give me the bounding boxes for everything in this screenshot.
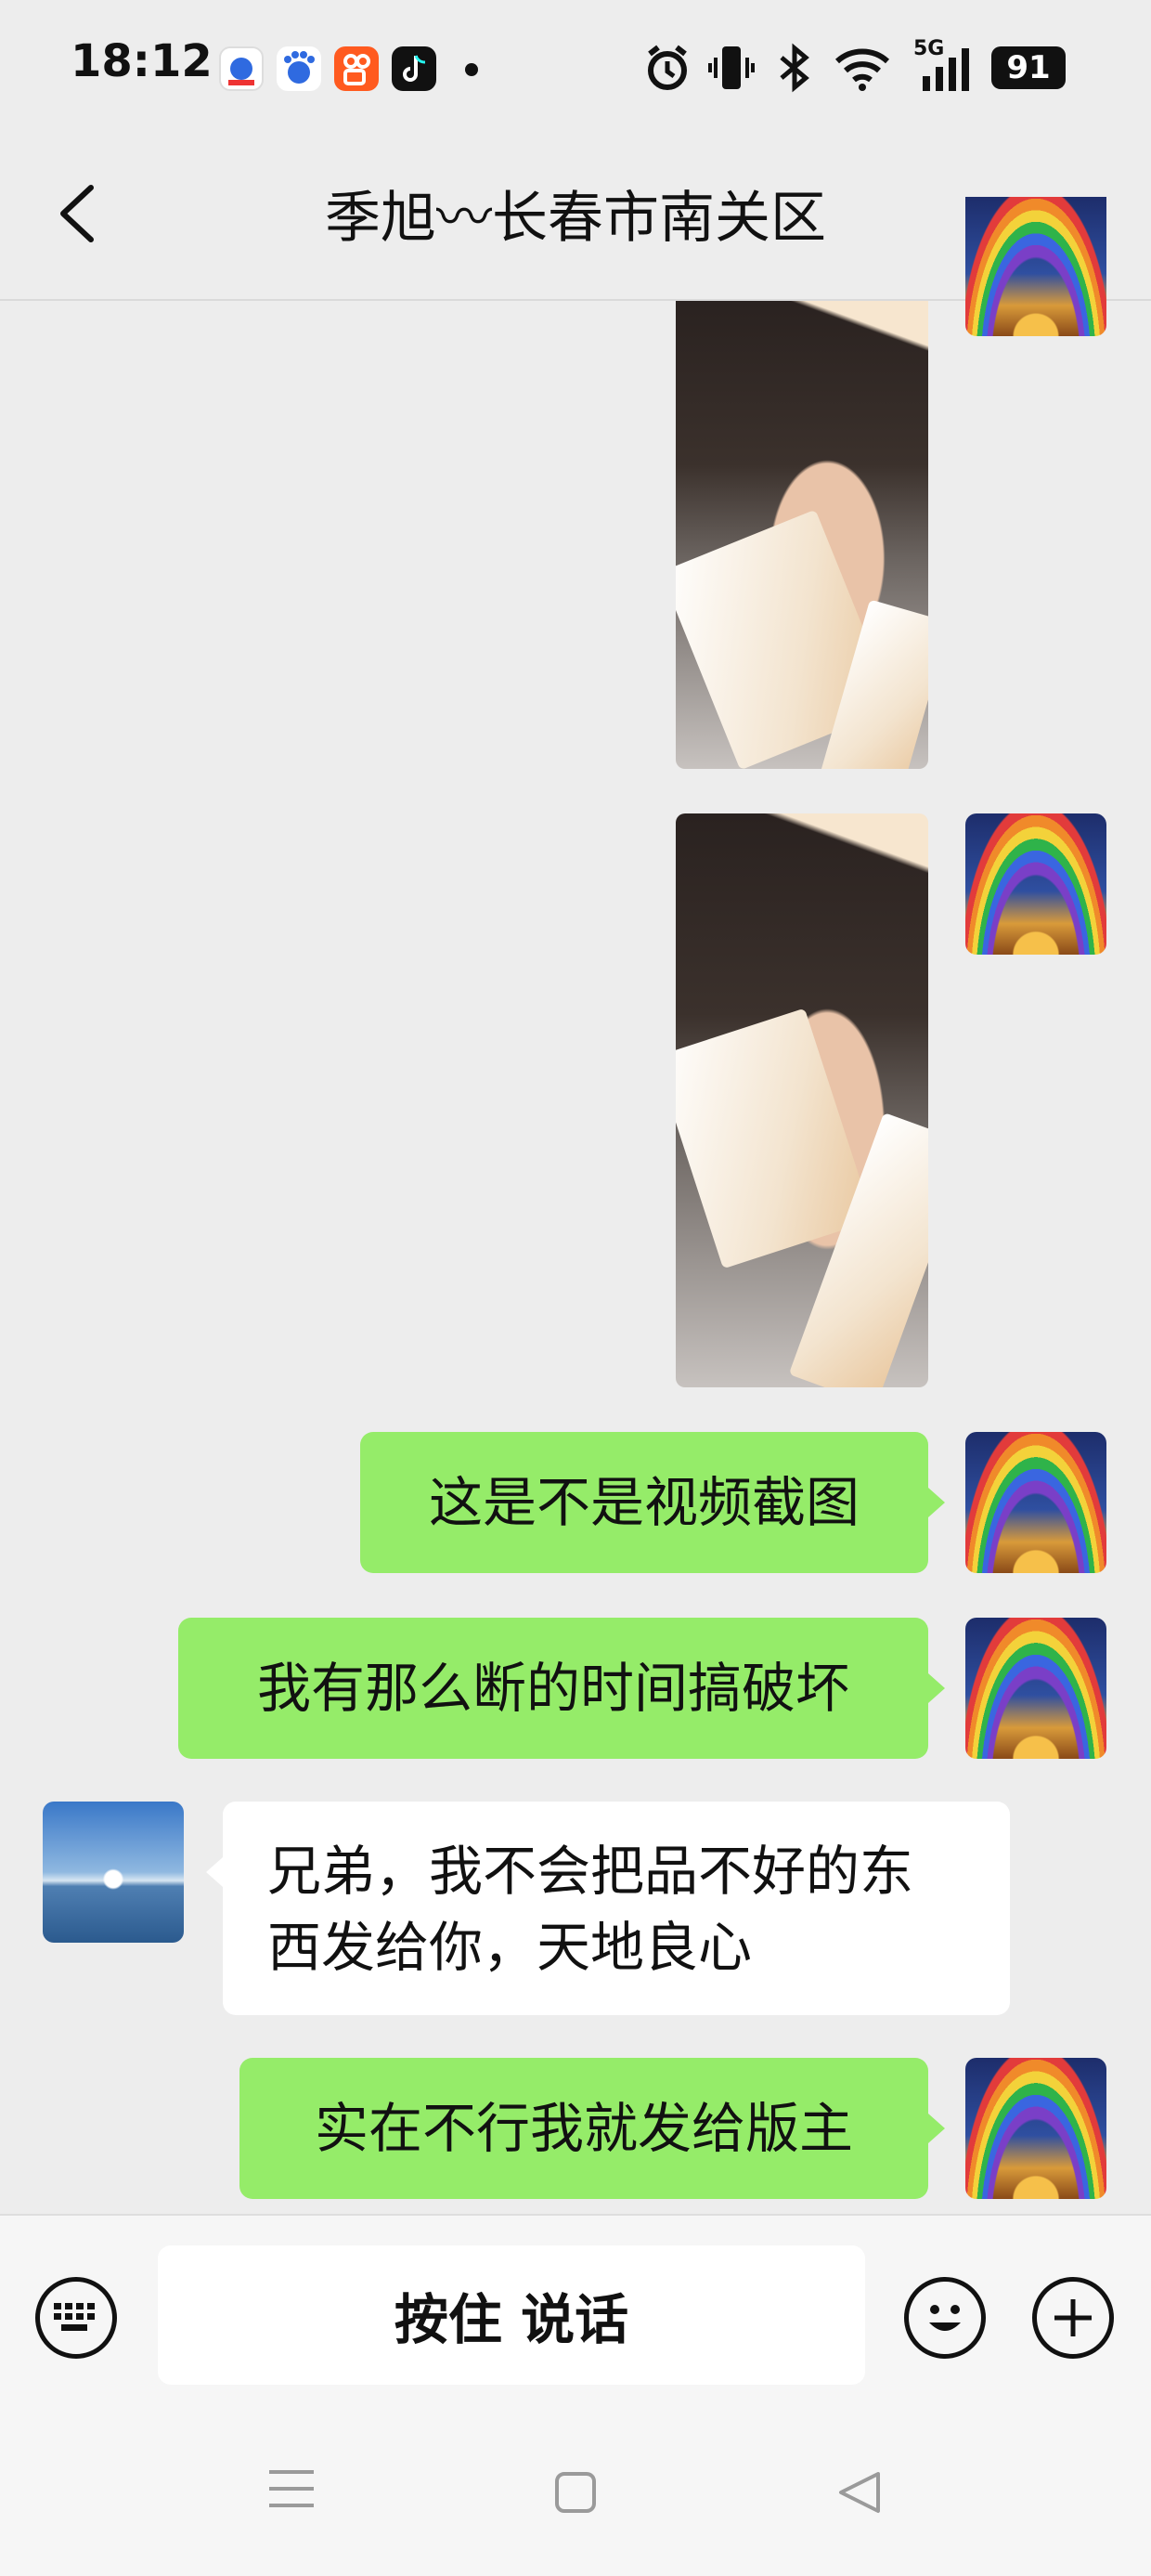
message-bubble[interactable]: 这是不是视频截图 (360, 1432, 928, 1573)
home-nav-button[interactable] (553, 2470, 598, 2518)
chat-image[interactable] (676, 813, 928, 1387)
bubble-tail (928, 1488, 945, 1517)
my-avatar[interactable] (965, 197, 1106, 336)
bubble-tail (206, 1857, 223, 1887)
notification-dot (465, 63, 478, 76)
douyin-icon (392, 46, 436, 91)
status-time: 18:12 (71, 35, 213, 87)
message-text: 我有那么断的时间搞破坏 (256, 1657, 849, 1720)
message-bubble[interactable]: 我有那么断的时间搞破坏 (178, 1618, 928, 1759)
bluetooth-icon (774, 43, 815, 97)
menu-nav-button[interactable] (267, 2468, 316, 2513)
hold-to-talk-button[interactable]: 按住 说话 (158, 2245, 865, 2385)
message-bubble[interactable]: 兄弟，我不会把品不好的东 西发给你，天地良心 (223, 1802, 1010, 2015)
emoji-button[interactable] (904, 2277, 986, 2359)
signal-icon (919, 46, 971, 97)
my-avatar[interactable] (965, 1618, 1106, 1759)
chat-title: 季旭〰长春市南关区 (325, 186, 826, 251)
chevron-left-icon (60, 185, 94, 242)
back-nav-button[interactable] (835, 2468, 884, 2520)
emoji-icon (929, 2305, 961, 2331)
plus-icon (1054, 2299, 1092, 2336)
wifi-icon (834, 43, 891, 97)
back-button[interactable] (46, 176, 111, 251)
message-bubble[interactable]: 实在不行我就发给版主 (239, 2058, 928, 2199)
battery-indicator: 91 (991, 46, 1066, 89)
message-text-line: 西发给你，天地良心 (267, 1916, 753, 1979)
back-triangle-icon (839, 2472, 880, 2513)
home-icon (555, 2472, 596, 2513)
keyboard-icon (54, 2303, 95, 2331)
keyboard-button[interactable] (35, 2277, 117, 2359)
message-text-line: 兄弟，我不会把品不好的东 (267, 1840, 914, 1903)
my-avatar[interactable] (965, 1432, 1106, 1573)
vibrate-icon (707, 43, 756, 97)
kuaishou-icon (334, 46, 379, 91)
alarm-icon (644, 43, 691, 97)
my-avatar[interactable] (965, 813, 1106, 955)
menu-icon (269, 2470, 314, 2507)
bubble-tail (928, 1673, 945, 1703)
message-text: 实在不行我就发给版主 (314, 2097, 853, 2160)
plus-button[interactable] (1032, 2277, 1114, 2359)
baidu-app-icon (219, 46, 264, 91)
message-text: 这是不是视频截图 (428, 1471, 860, 1534)
chat-image[interactable] (676, 301, 928, 769)
bubble-tail (928, 2114, 945, 2143)
contact-avatar[interactable] (43, 1802, 184, 1943)
baidu-icon (277, 46, 321, 91)
my-avatar[interactable] (965, 2058, 1106, 2199)
